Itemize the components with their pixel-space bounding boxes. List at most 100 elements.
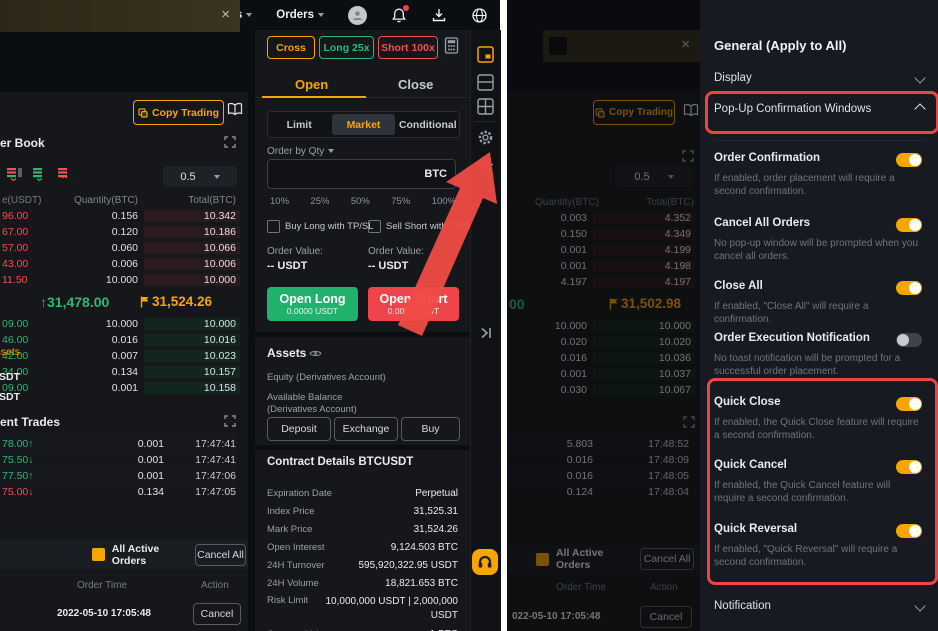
bid-row[interactable]: 09.0010.00010.000 xyxy=(0,316,240,332)
gear-icon xyxy=(477,129,494,146)
layout-grid-icon xyxy=(477,98,494,115)
eye-icon[interactable] xyxy=(309,349,322,358)
chevron-down-icon xyxy=(318,13,324,17)
deposit-button[interactable] xyxy=(431,7,447,23)
modal-dim-overlay xyxy=(507,0,700,631)
percent-50[interactable]: 50% xyxy=(351,196,370,207)
quantity-input[interactable]: BTC xyxy=(267,159,456,189)
notifications-bell[interactable] xyxy=(391,7,407,24)
open-long-button[interactable]: Open Long 0.0000 USDT xyxy=(267,287,358,321)
qty-label[interactable]: Order by Qty xyxy=(267,146,334,157)
toggle-close-all[interactable] xyxy=(896,281,922,295)
layout-grid-button[interactable] xyxy=(477,98,494,115)
margin-mode-button[interactable]: Cross xyxy=(267,36,315,59)
chevron-down-icon xyxy=(246,13,252,17)
cancel-order-button[interactable]: Cancel xyxy=(193,603,241,625)
order-type-conditional[interactable]: Conditional xyxy=(397,112,459,137)
percent-10[interactable]: 10% xyxy=(270,196,289,207)
tp-sl-long-checkbox[interactable] xyxy=(267,220,280,233)
trade-row[interactable]: 75.50↓0.00117:47:41 xyxy=(0,452,236,468)
transfer-assets-link[interactable]: Transfer Assets xyxy=(0,346,20,358)
orderbook-expand-button[interactable] xyxy=(224,136,236,148)
col-price: e(USDT) xyxy=(0,195,62,206)
section-display[interactable]: Display xyxy=(714,72,924,84)
ask-row[interactable]: 67.000.12010.186 xyxy=(0,224,240,240)
assets-title: Assets xyxy=(267,346,306,360)
order-value-long: -- USDT xyxy=(267,260,307,272)
ask-row[interactable]: 43.000.00610.006 xyxy=(0,256,240,272)
ask-row[interactable]: 96.000.15610.342 xyxy=(0,208,240,224)
depth-view-both-icon[interactable] xyxy=(7,168,22,181)
order-type-limit[interactable]: Limit xyxy=(268,112,330,137)
trade-row[interactable]: 78.00↑0.00117:47:41 xyxy=(0,436,236,452)
chevron-down-icon xyxy=(914,72,925,83)
section-divider xyxy=(255,445,470,450)
all-active-orders-checkbox[interactable] xyxy=(92,548,105,561)
tab-close[interactable]: Close xyxy=(398,77,433,92)
tab-open[interactable]: Open xyxy=(295,77,328,92)
close-icon[interactable]: × xyxy=(221,6,230,23)
avatar[interactable] xyxy=(348,6,367,25)
ask-row[interactable]: 11.5010.00010.000 xyxy=(0,272,240,288)
nav-orders-label: Orders xyxy=(276,9,314,21)
toggle-order-confirmation[interactable] xyxy=(896,153,922,167)
collapse-panel-button[interactable] xyxy=(479,326,493,340)
orderbook-bids: 09.0010.00010.000 46.000.01610.016 42.00… xyxy=(0,316,240,396)
tp-sl-long[interactable]: Buy Long with TP/SL xyxy=(267,220,374,233)
order-value-short: -- USDT xyxy=(368,260,408,272)
long-leverage-button[interactable]: Long 25x xyxy=(319,36,374,59)
short-leverage-button[interactable]: Short 100x xyxy=(378,36,438,59)
open-short-button[interactable]: Open Short 0.0000 USDT xyxy=(368,287,459,321)
calculator-button[interactable] xyxy=(444,37,459,54)
percent-100[interactable]: 100% xyxy=(432,196,456,207)
bid-row[interactable]: 34.000.13410.157 xyxy=(0,364,240,380)
copy-trading-button[interactable]: Copy Trading xyxy=(133,100,224,125)
section-notification[interactable]: Notification xyxy=(714,600,924,612)
last-price[interactable]: ↑31,478.00 xyxy=(40,294,109,310)
recent-trades-expand-button[interactable] xyxy=(224,415,236,427)
col-order-time: Order Time xyxy=(62,580,142,591)
layout-single-button[interactable] xyxy=(477,46,494,63)
ask-row[interactable]: 57.000.06010.066 xyxy=(0,240,240,256)
expand-icon xyxy=(224,415,236,427)
tutorial-book-button[interactable] xyxy=(227,102,243,116)
language-selector[interactable] xyxy=(471,7,488,24)
toggle-cancel-all-orders[interactable] xyxy=(896,218,922,232)
globe-icon xyxy=(471,7,488,24)
chevron-down-icon xyxy=(328,149,334,153)
trade-row[interactable]: 75.00↓0.13417:47:05 xyxy=(0,484,236,500)
support-button[interactable] xyxy=(472,549,498,575)
toggle-order-execution-notification[interactable] xyxy=(896,333,922,347)
nav-orders[interactable]: Orders xyxy=(276,9,324,21)
percent-75[interactable]: 75% xyxy=(391,196,410,207)
mark-price[interactable]: 31,524.26 xyxy=(140,294,212,309)
percent-shortcuts: 10% 25% 50% 75% 100% xyxy=(270,196,456,207)
deposit-action-button[interactable]: Deposit xyxy=(267,417,331,441)
order-type-market[interactable]: Market xyxy=(332,114,394,135)
bid-row[interactable]: 46.000.01610.016 xyxy=(0,332,240,348)
last-price-row: ↑31,478.00 31,524.26 xyxy=(0,288,240,315)
copy-trading-label: Copy Trading xyxy=(152,107,219,119)
exchange-action-button[interactable]: Exchange xyxy=(334,417,398,441)
brightness-button[interactable] xyxy=(477,156,494,173)
buy-action-button[interactable]: Buy xyxy=(401,417,460,441)
depth-view-asks-icon[interactable] xyxy=(58,168,73,181)
tp-sl-short-checkbox[interactable] xyxy=(368,220,381,233)
trading-app-window: Assets Orders × Copy Trading xyxy=(0,0,500,631)
precision-value: 0.5 xyxy=(180,171,195,183)
depth-view-bids-icon[interactable] xyxy=(33,168,48,181)
tp-sl-short[interactable]: Sell Short with TP/SL xyxy=(368,220,476,233)
precision-select[interactable]: 0.5 xyxy=(163,166,237,187)
trade-row[interactable]: 77.50↑0.00117:47:06 xyxy=(0,468,236,484)
col-action: Action xyxy=(201,580,229,591)
settings-divider xyxy=(714,140,926,141)
bid-row[interactable]: 42.000.00710.023 xyxy=(0,348,240,364)
bid-row[interactable]: 09.000.00110.158 xyxy=(0,380,240,396)
layout-split-button[interactable] xyxy=(477,74,494,91)
percent-25[interactable]: 25% xyxy=(310,196,329,207)
settings-button[interactable] xyxy=(477,129,494,146)
equity-value: 25,734.4637 USDT xyxy=(0,371,20,383)
cancel-all-button[interactable]: Cancel All xyxy=(195,544,246,566)
quantity-unit: BTC xyxy=(424,168,447,180)
contract-details-title: Contract Details BTCUSDT xyxy=(267,456,413,468)
